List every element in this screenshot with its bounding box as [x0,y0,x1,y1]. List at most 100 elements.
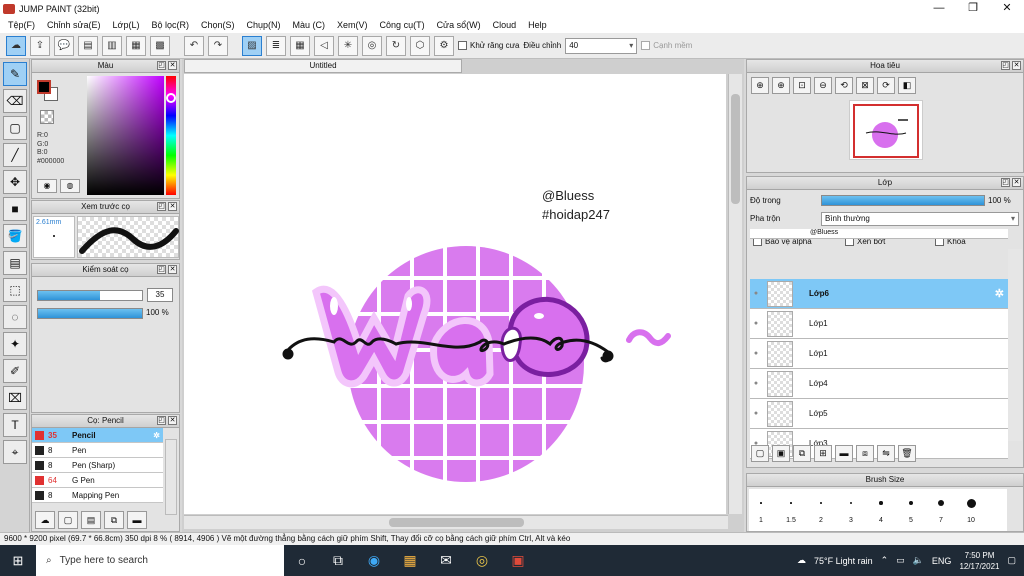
brush-folder-icon[interactable]: ▬ [127,511,147,529]
network-icon[interactable]: ▭ [896,555,905,566]
panel-float-icon[interactable]: ◰ [157,416,166,425]
message-icon[interactable]: ▤ [78,35,98,56]
menu-file[interactable]: Tệp(F) [2,20,41,30]
layer-visibility-icon[interactable]: ● [750,350,762,357]
weather-text[interactable]: 75°F Light rain [814,556,873,566]
layer-settings-icon[interactable]: ✲ [995,287,1004,300]
notification-icon[interactable]: ▢ [1007,555,1016,566]
crosshatch-icon[interactable]: ▦ [290,35,310,56]
canvas-vertical-scrollbar[interactable] [728,74,742,514]
brush-list-scrollbar[interactable] [165,439,177,515]
weather-icon[interactable]: ☁ [797,555,806,566]
brush-settings-icon[interactable]: ✲ [153,431,160,440]
close-button[interactable]: ✕ [990,0,1024,17]
jump-paint-taskbar-icon[interactable]: ▣ [500,545,536,576]
share-icon[interactable]: ⇪ [30,35,50,56]
hatch-icon[interactable]: ▨ [242,35,262,56]
layer-settings-icon[interactable]: ⇋ [877,445,895,462]
eraser-tool-icon[interactable]: ⌫ [3,89,27,113]
brush-copy-icon[interactable]: ⧉ [104,511,124,529]
cloud-brush-icon[interactable]: ☁ [35,511,55,529]
volume-icon[interactable]: 🔈 [913,555,924,566]
zoom-out-icon[interactable]: ⊖ [814,77,832,94]
brush-list-item[interactable]: 35 Pencil ✲ [32,428,163,443]
panel-close-icon[interactable]: ✕ [168,61,177,70]
select-pen-tool-icon[interactable]: ✐ [3,359,27,383]
add-layer-menu-icon[interactable]: ⊞ [814,445,832,462]
layer-visibility-icon[interactable]: ● [750,380,762,387]
select-rect-tool-icon[interactable]: ⬚ [3,278,27,302]
grid-icon[interactable]: ▩ [150,35,170,56]
new-brush-icon[interactable]: ▢ [58,511,78,529]
menu-view[interactable]: Xem(V) [331,20,374,30]
layer-row[interactable]: ● Lớp4 [750,369,1008,399]
text-tool-icon[interactable]: T [3,413,27,437]
brush-list-item[interactable]: 64 G Pen [32,473,163,488]
adjust-combo[interactable]: 40 [565,37,638,54]
soft-edge-checkbox[interactable] [641,41,651,50]
delete-layer-icon[interactable]: 🗑 [898,445,916,462]
menu-edit[interactable]: Chỉnh sửa(E) [41,20,107,30]
cloud-icon[interactable]: ☁ [6,35,26,56]
blend-mode-select[interactable]: Bình thường [821,212,1019,226]
menu-select[interactable]: Chọn(S) [195,20,241,30]
drawing-canvas[interactable]: @Bluess #hoidap247 [184,74,726,514]
minimize-button[interactable]: — [922,0,956,17]
menu-filter[interactable]: Bộ lọc(R) [145,20,195,30]
brush-opacity-slider[interactable] [37,308,143,319]
language-indicator[interactable]: ENG [932,556,952,566]
brush-size-dot[interactable] [820,502,822,504]
fill-rect-tool-icon[interactable]: ■ [3,197,27,221]
panel-float-icon[interactable]: ◰ [157,61,166,70]
brush-list-item[interactable]: 8 Pen (Sharp) [32,458,163,473]
windows-start-icon[interactable]: ⊞ [0,545,36,576]
layer-row[interactable]: ● Lớp5 [750,399,1008,429]
tray-chevron-icon[interactable]: ⌃ [881,555,889,566]
menu-layer[interactable]: Lớp(L) [107,20,146,30]
brush-size-grid[interactable]: 1 1.5 2 3 4 5 7 10 [749,489,1007,531]
brush-size-dot[interactable] [849,501,853,505]
menu-tools[interactable]: Công cụ(T) [374,20,431,30]
rotate-right-icon[interactable]: ⟳ [877,77,895,94]
antialias-checkbox[interactable] [458,41,467,50]
layer-opacity-slider[interactable] [821,195,985,206]
folder-icon[interactable]: ▬ [835,445,853,462]
lasso-tool-icon[interactable]: ◌ [3,305,27,329]
rectangle-tool-icon[interactable]: ▢ [3,116,27,140]
rotate-left-icon[interactable]: ⟲ [835,77,853,94]
brush-size-slider[interactable] [37,290,143,301]
chrome-icon[interactable]: ◎ [464,545,500,576]
brush-tool-icon[interactable]: ✎ [3,62,27,86]
edge-icon[interactable]: ◉ [356,545,392,576]
radial-icon[interactable]: ✳ [338,35,358,56]
menu-cloud[interactable]: Cloud [487,20,523,30]
flip-icon[interactable]: ◧ [898,77,916,94]
brush-size-dot[interactable] [908,500,914,506]
fit-icon[interactable]: ⊡ [793,77,811,94]
navigator-thumbnail[interactable] [849,100,923,160]
transparent-color-swatch[interactable] [40,110,54,124]
perspective-icon[interactable]: ◁ [314,35,334,56]
reset-view-icon[interactable]: ⊠ [856,77,874,94]
brush-size-dot[interactable] [966,498,976,508]
panel-float-icon[interactable]: ◰ [1001,178,1010,187]
saturation-value-picker[interactable] [87,76,164,195]
canvas-horizontal-scrollbar[interactable] [184,515,728,529]
layer-row[interactable]: ● Lớp6 ✲ [750,279,1008,309]
panel-close-icon[interactable]: ✕ [1012,61,1021,70]
menu-window[interactable]: Cửa sổ(W) [431,20,487,30]
settings-icon[interactable]: ⚙ [434,35,454,56]
color-picker-button[interactable]: ◍ [60,179,80,193]
new-layer-alt-icon[interactable]: ▣ [772,445,790,462]
panel-close-icon[interactable]: ✕ [1012,178,1021,187]
brush-menu-icon[interactable]: ▤ [81,511,101,529]
zoom-in-alt-icon[interactable]: ⊕ [772,77,790,94]
color-wheel-button[interactable]: ◉ [37,179,57,193]
cortana-icon[interactable]: ○ [284,545,320,576]
menu-help[interactable]: Help [522,20,553,30]
bucket-tool-icon[interactable]: 🪣 [3,224,27,248]
hue-marker[interactable] [166,93,176,103]
merge-icon[interactable]: ⧈ [856,445,874,462]
polygon-icon[interactable]: ⬡ [410,35,430,56]
brush-size-dot[interactable] [760,502,762,504]
